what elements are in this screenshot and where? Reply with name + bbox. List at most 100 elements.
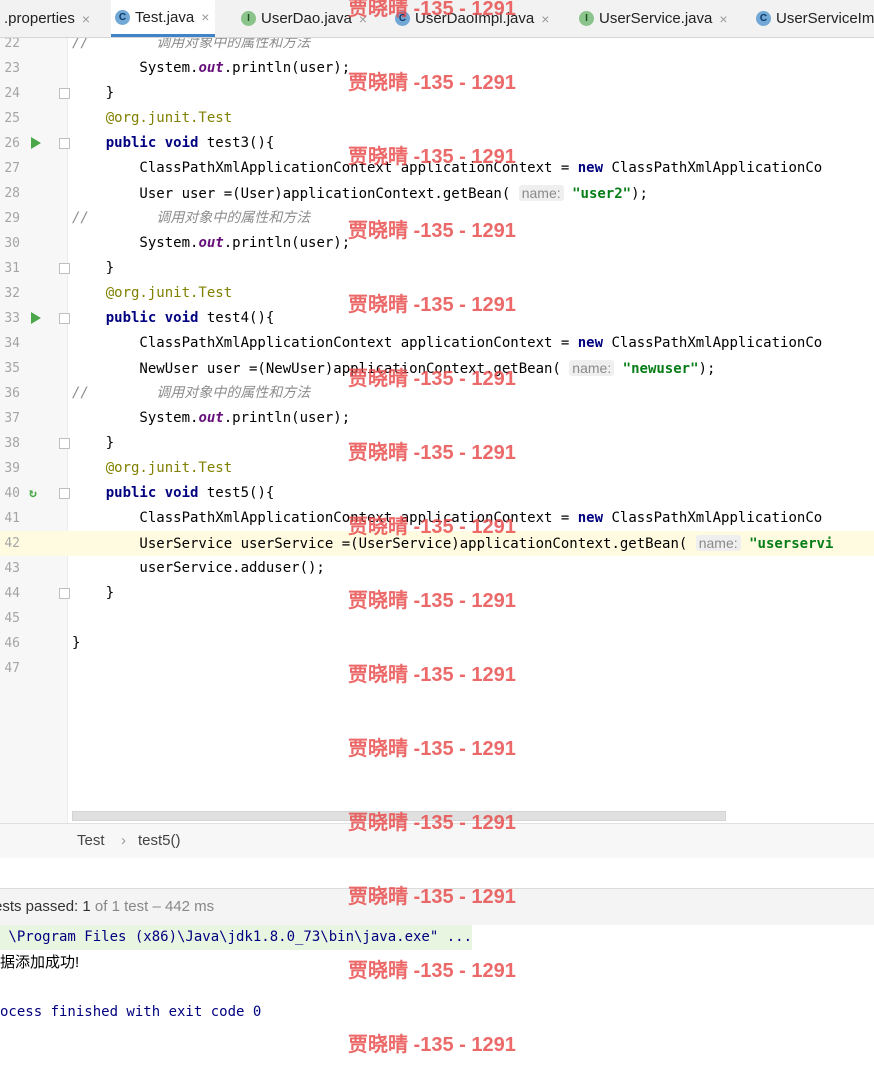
line-number: 25 — [4, 111, 20, 126]
code-text: @org.junit.Test — [105, 460, 233, 476]
run-test-icon[interactable] — [31, 137, 41, 149]
watermark-text: 贾晓晴 -135 - 1291 — [348, 738, 516, 760]
tab-label: UserServiceIm — [776, 10, 874, 27]
fold-marker-icon[interactable] — [59, 438, 70, 449]
code-text: } — [72, 635, 81, 651]
fold-marker-icon[interactable] — [59, 488, 70, 499]
watermark-text: 贾晓晴 -135 - 1291 — [348, 664, 516, 686]
line-number: 27 — [4, 161, 20, 176]
line-number: 39 — [4, 461, 20, 476]
code-text: // 调用对象中的属性和方法 — [72, 38, 311, 51]
code-text: @org.junit.Test — [105, 110, 233, 126]
line-number: 41 — [4, 511, 20, 526]
code-text: User user =(User)applicationContext.getB… — [72, 185, 648, 202]
tab-testjava[interactable]: C Test.java × — [111, 0, 216, 37]
code-text: ClassPathXmlApplicationContext applicati… — [72, 335, 823, 351]
watermark-text: 贾晓晴 -135 - 1291 — [348, 960, 516, 982]
code-line-25[interactable]: 25 @org.junit.Test — [0, 106, 874, 131]
rerun-test-icon[interactable]: ↻ — [29, 487, 37, 500]
line-number: 24 — [4, 86, 20, 101]
line-number: 44 — [4, 586, 20, 601]
close-icon[interactable]: × — [82, 11, 90, 27]
console-exit-line: ocess finished with exit code 0 — [0, 1004, 262, 1020]
line-number: 28 — [4, 186, 20, 201]
line-number: 45 — [4, 611, 20, 626]
line-number: 35 — [4, 361, 20, 376]
code-text: } — [72, 585, 115, 601]
code-line-43[interactable]: 43 userService.adduser(); — [0, 556, 874, 581]
breadcrumb-separator-icon: › — [121, 832, 126, 849]
fold-marker-icon[interactable] — [59, 263, 70, 274]
class-icon: C — [115, 9, 130, 25]
code-text: System.out.println(user); — [72, 60, 351, 76]
code-text: // 调用对象中的属性和方法 — [72, 210, 311, 226]
line-number: 34 — [4, 336, 20, 351]
tests-passed-label: ests passed: — [0, 898, 83, 915]
run-test-icon[interactable] — [31, 312, 41, 324]
code-line-37[interactable]: 37 System.out.println(user); — [0, 406, 874, 431]
breadcrumb-method[interactable]: test5() — [138, 832, 181, 849]
code-text: public void test5(){ — [105, 485, 275, 501]
watermark-text: 贾晓晴 -135 - 1291 — [348, 1034, 516, 1056]
code-text: // 调用对象中的属性和方法 — [72, 385, 311, 401]
watermark-text: 贾晓晴 -135 - 1291 — [348, 0, 516, 20]
watermark-text: 贾晓晴 -135 - 1291 — [348, 516, 516, 538]
watermark-text: 贾晓晴 -135 - 1291 — [348, 146, 516, 168]
fold-marker-icon[interactable] — [59, 88, 70, 99]
code-text: System.out.println(user); — [72, 235, 351, 251]
line-number: 37 — [4, 411, 20, 426]
code-line-28[interactable]: 28 User user =(User)applicationContext.g… — [0, 181, 874, 206]
watermark-text: 贾晓晴 -135 - 1291 — [348, 812, 516, 834]
line-number: 43 — [4, 561, 20, 576]
line-number: 22 — [4, 38, 20, 51]
code-line-34[interactable]: 34 ClassPathXmlApplicationContext applic… — [0, 331, 874, 356]
interface-icon: I — [579, 11, 594, 26]
breadcrumb-class[interactable]: Test — [77, 832, 105, 849]
line-number: 23 — [4, 61, 20, 76]
line-number: 42 — [4, 536, 20, 551]
code-line-40[interactable]: 40 ↻ public void test5(){ — [0, 481, 874, 506]
watermark-text: 贾晓晴 -135 - 1291 — [348, 294, 516, 316]
line-number: 26 — [4, 136, 20, 151]
tab-properties[interactable]: .properties × — [4, 0, 90, 37]
tab-label: Test.java — [135, 8, 195, 26]
tests-duration: – 442 ms — [152, 898, 215, 915]
code-line-46[interactable]: 46} — [0, 631, 874, 656]
tab-label: .properties — [4, 10, 75, 27]
line-number: 36 — [4, 386, 20, 401]
line-number: 30 — [4, 236, 20, 251]
line-number: 32 — [4, 286, 20, 301]
line-number: 40 — [4, 486, 20, 501]
code-text: userService.adduser(); — [72, 560, 325, 576]
tests-passed-count: 1 — [82, 898, 91, 915]
tab-userservicejava[interactable]: I UserService.java × — [579, 0, 728, 37]
class-icon: C — [756, 11, 771, 26]
watermark-text: 贾晓晴 -135 - 1291 — [348, 72, 516, 94]
fold-marker-icon[interactable] — [59, 313, 70, 324]
tab-label: UserService.java — [599, 10, 713, 27]
tab-userserviceim[interactable]: C UserServiceIm — [756, 0, 874, 37]
fold-marker-icon[interactable] — [59, 588, 70, 599]
close-icon[interactable]: × — [719, 11, 727, 27]
code-text: } — [72, 85, 115, 101]
line-number: 31 — [4, 261, 20, 276]
watermark-text: 贾晓晴 -135 - 1291 — [348, 220, 516, 242]
line-number: 46 — [4, 636, 20, 651]
console-output-line: 据添加成功! — [0, 954, 80, 971]
watermark-text: 贾晓晴 -135 - 1291 — [348, 886, 516, 908]
watermark-text: 贾晓晴 -135 - 1291 — [348, 590, 516, 612]
watermark-text: 贾晓晴 -135 - 1291 — [348, 368, 516, 390]
tab-label: UserDao.java — [261, 10, 352, 27]
code-line-22[interactable]: 22 // 调用对象中的属性和方法 — [0, 38, 874, 56]
code-line-31[interactable]: 31 } — [0, 256, 874, 281]
code-text: public void test4(){ — [105, 310, 275, 326]
code-text: } — [72, 260, 115, 276]
close-icon[interactable]: × — [201, 9, 209, 25]
tests-total: of 1 test — [94, 898, 149, 915]
line-number: 29 — [4, 211, 20, 226]
code-text: @org.junit.Test — [105, 285, 233, 301]
code-text: } — [72, 435, 115, 451]
code-text: public void test3(){ — [105, 135, 275, 151]
close-icon[interactable]: × — [541, 11, 549, 27]
fold-marker-icon[interactable] — [59, 138, 70, 149]
